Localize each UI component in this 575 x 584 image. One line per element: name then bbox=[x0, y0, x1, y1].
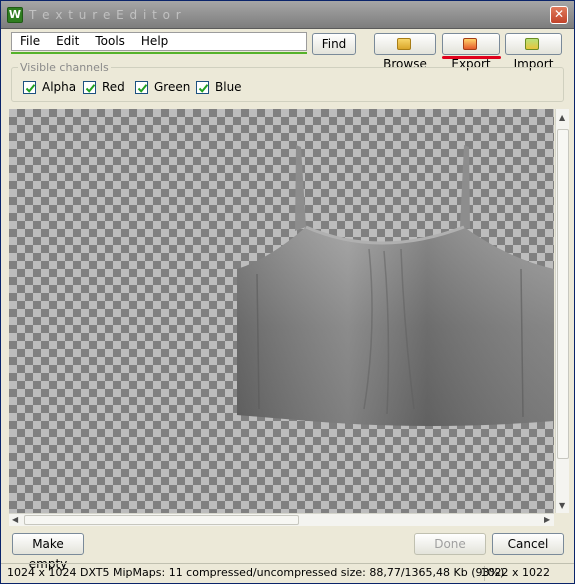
scroll-down-icon[interactable]: ▼ bbox=[559, 501, 565, 510]
import-icon bbox=[525, 38, 539, 50]
status-bar: 1024 x 1024 DXT5 MipMaps: 11 compressed/… bbox=[1, 563, 574, 583]
export-button[interactable]: Export bbox=[442, 33, 500, 71]
horizontal-scrollbar[interactable]: ◀ ▶ bbox=[9, 513, 554, 526]
status-info: 1024 x 1024 DXT5 MipMaps: 11 compressed/… bbox=[7, 566, 505, 579]
done-button[interactable]: Done bbox=[414, 533, 486, 555]
cancel-button[interactable]: Cancel bbox=[492, 533, 564, 555]
blue-checkbox[interactable]: Blue bbox=[196, 80, 242, 94]
checkbox-box[interactable] bbox=[83, 80, 96, 94]
make-empty-button[interactable]: Make empty bbox=[12, 533, 84, 571]
texture-editor-window: W T e x t u r e E d i t o r ✕ File Edit … bbox=[0, 0, 575, 584]
horizontal-scroll-thumb[interactable] bbox=[24, 515, 299, 525]
menu-bar: File Edit Tools Help bbox=[11, 32, 307, 51]
vertical-scrollbar[interactable]: ▲ ▼ bbox=[555, 109, 569, 513]
vertical-scroll-thumb[interactable] bbox=[557, 129, 569, 459]
status-dimensions: 1022 x 1022 bbox=[480, 566, 551, 579]
scroll-up-icon[interactable]: ▲ bbox=[559, 113, 565, 122]
green-checkbox[interactable]: Green bbox=[135, 80, 190, 94]
texture-preview-canvas[interactable] bbox=[9, 109, 554, 513]
alpha-label: Alpha bbox=[42, 80, 77, 94]
menu-tools[interactable]: Tools bbox=[87, 33, 133, 50]
close-button[interactable]: ✕ bbox=[550, 6, 568, 24]
browse-button[interactable]: Browse bbox=[374, 33, 436, 71]
folder-icon bbox=[396, 38, 411, 50]
red-label: Red bbox=[102, 80, 125, 94]
menu-file[interactable]: File bbox=[12, 33, 48, 50]
texture-image bbox=[237, 145, 554, 426]
menu-accent-line bbox=[11, 52, 307, 54]
checkmark-icon bbox=[198, 83, 209, 93]
find-button[interactable]: Find bbox=[312, 33, 356, 55]
red-checkbox[interactable]: Red bbox=[83, 80, 125, 94]
checkmark-icon bbox=[85, 83, 96, 93]
blue-label: Blue bbox=[215, 80, 242, 94]
export-highlight-underline bbox=[442, 56, 501, 59]
import-button[interactable]: Import bbox=[505, 33, 562, 71]
scroll-right-icon[interactable]: ▶ bbox=[544, 515, 550, 524]
checkmark-icon bbox=[25, 83, 36, 93]
app-icon: W bbox=[7, 7, 23, 23]
menu-help[interactable]: Help bbox=[133, 33, 176, 50]
window-title: T e x t u r e E d i t o r bbox=[29, 8, 182, 22]
checkbox-box[interactable] bbox=[23, 80, 36, 94]
alpha-checkbox[interactable]: Alpha bbox=[23, 80, 76, 94]
visible-channels-legend: Visible channels bbox=[18, 61, 111, 74]
checkbox-box[interactable] bbox=[196, 80, 209, 94]
checkbox-box[interactable] bbox=[135, 80, 148, 94]
export-icon bbox=[462, 38, 477, 50]
checkmark-icon bbox=[137, 83, 148, 93]
green-label: Green bbox=[154, 80, 191, 94]
scroll-left-icon[interactable]: ◀ bbox=[12, 515, 18, 524]
title-bar[interactable]: W T e x t u r e E d i t o r ✕ bbox=[1, 1, 574, 29]
menu-edit[interactable]: Edit bbox=[48, 33, 87, 50]
